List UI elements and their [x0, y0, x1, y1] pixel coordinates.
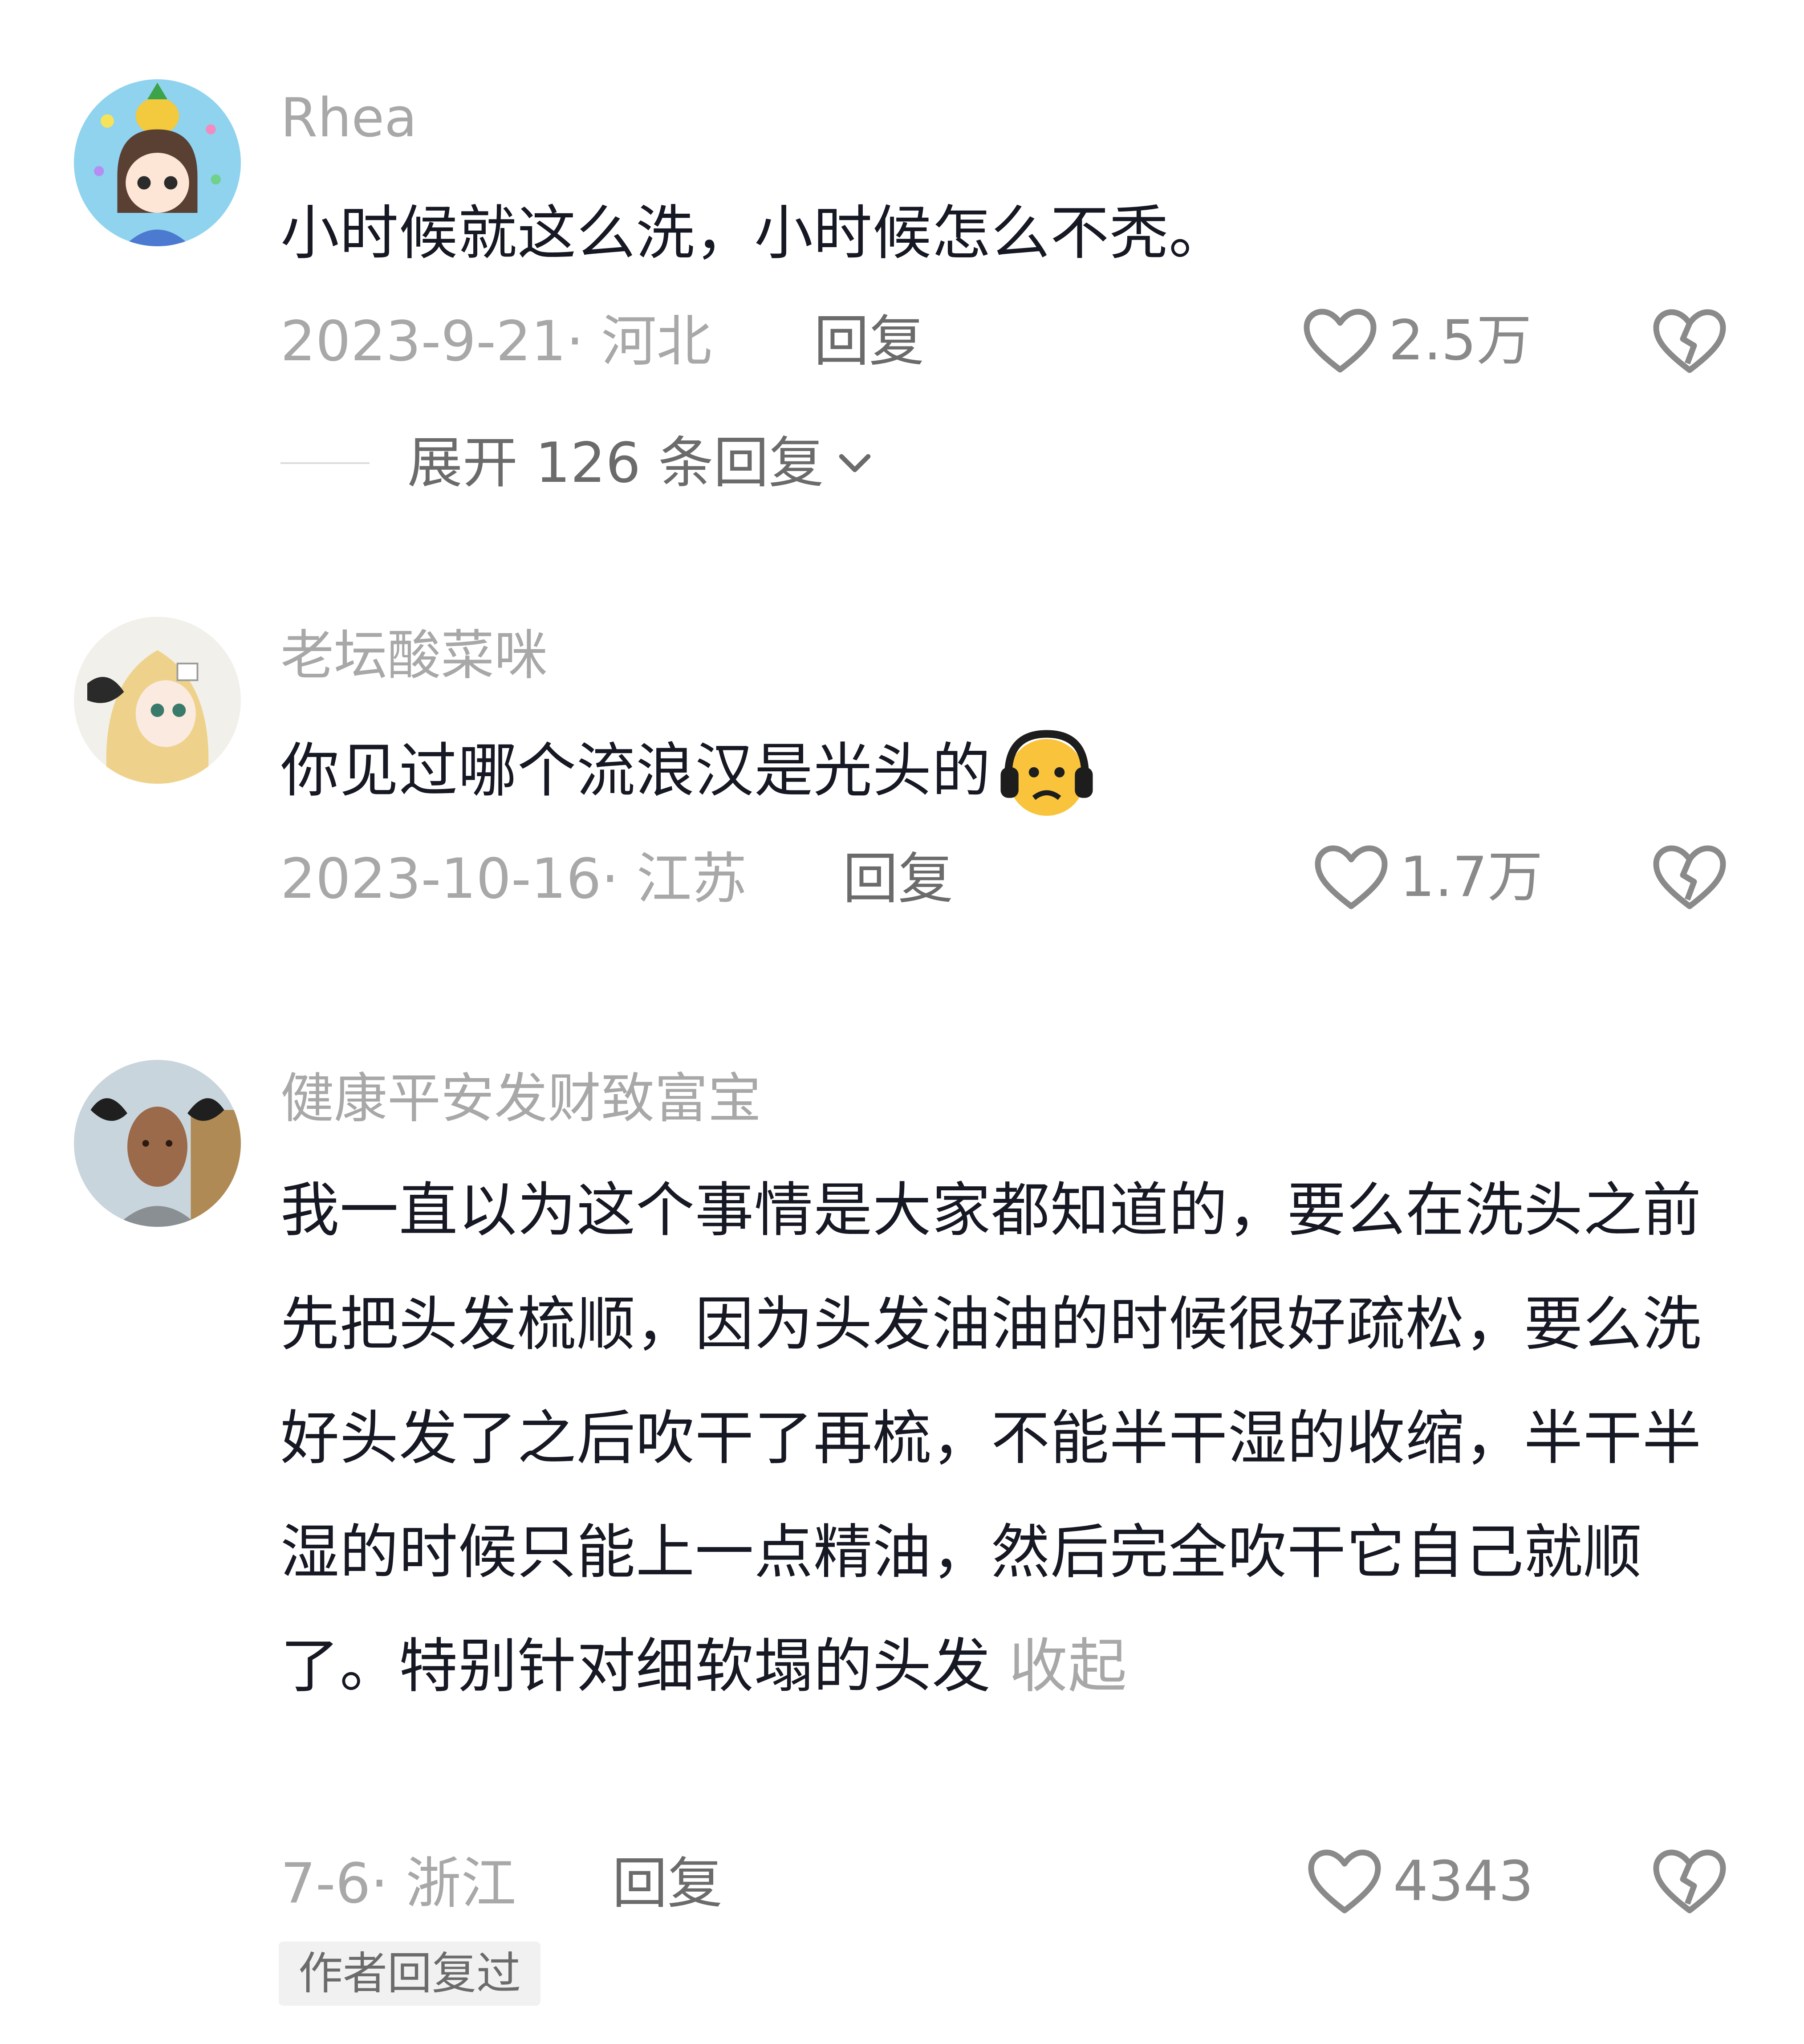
expand-replies-button[interactable]: 展开 126 条回复	[280, 436, 875, 491]
like-button[interactable]: 4343	[1307, 1848, 1534, 1915]
comment-meta: 7-6· 浙江	[280, 1852, 516, 1916]
comment-date: 2023-9-21	[280, 309, 566, 374]
chevron-down-icon	[839, 454, 870, 472]
reply-button[interactable]: 回复	[843, 851, 953, 907]
broken-heart-icon[interactable]	[1652, 842, 1727, 911]
like-count: 1.7万	[1400, 845, 1543, 909]
comment-text-body: 我一直以为这个事情是大家都知道的，要么在洗头之前先把头发梳顺，因为头发油油的时候…	[280, 1176, 1702, 1701]
avatar[interactable]	[74, 79, 241, 246]
like-button[interactable]: 2.5万	[1302, 307, 1532, 374]
comment-meta: 2023-10-16· 江苏	[280, 847, 747, 911]
comment-location: 江苏	[636, 847, 747, 911]
comment-date: 2023-10-16	[280, 847, 601, 911]
comment-text: 我一直以为这个事情是大家都知道的，要么在洗头之前先把头发梳顺，因为头发油油的时候…	[280, 1153, 1723, 1723]
heart-outline-icon	[1304, 309, 1377, 373]
avatar[interactable]	[74, 1060, 241, 1227]
username[interactable]: Rhea	[280, 92, 417, 145]
author-replied-badge: 作者回复过	[279, 1942, 540, 2006]
like-button[interactable]: 1.7万	[1313, 844, 1543, 911]
sad-headphones-emoji	[1000, 730, 1093, 816]
username[interactable]: 老坛酸菜咪	[280, 629, 548, 683]
comment-text: 小时候就这么洗，小时候怎么不秃。	[280, 199, 1228, 268]
avatar[interactable]	[74, 617, 241, 784]
collapse-link[interactable]: 收起	[1009, 1632, 1127, 1701]
broken-heart-icon[interactable]	[1652, 1846, 1727, 1915]
like-count: 4343	[1393, 1849, 1534, 1914]
comment-meta: 2023-9-21· 河北	[280, 309, 712, 374]
heart-outline-icon	[1315, 845, 1388, 909]
comment-location: 浙江	[406, 1852, 516, 1916]
blonde-anime-avatar	[74, 617, 241, 784]
comment-location: 河北	[601, 309, 712, 374]
comment-text: 你见过哪个流浪汉是光头的	[280, 714, 1723, 828]
broken-heart-icon[interactable]	[1652, 305, 1727, 375]
comment-text-body: 你见过哪个流浪汉是光头的	[280, 737, 991, 805]
man-with-pigtails-avatar	[74, 1060, 241, 1227]
anime-girl-pineapple-avatar	[74, 79, 241, 246]
like-count: 2.5万	[1389, 309, 1532, 373]
reply-button[interactable]: 回复	[612, 1856, 723, 1911]
expand-label: 展开 126 条回复	[407, 431, 824, 495]
comment-date: 7-6	[280, 1852, 371, 1916]
username[interactable]: 健康平安发财致富宝	[280, 1072, 761, 1126]
reply-button[interactable]: 回复	[814, 314, 924, 369]
heart-outline-icon	[1308, 1849, 1381, 1914]
divider	[280, 462, 370, 464]
